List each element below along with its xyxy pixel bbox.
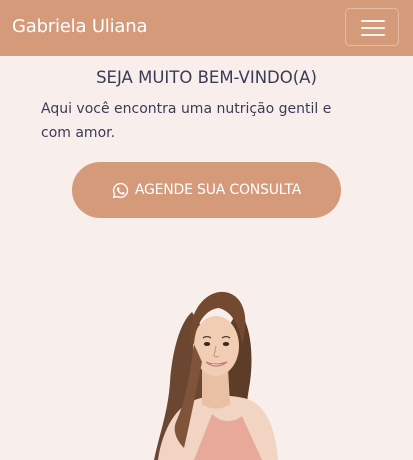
navbar: Gabriela Uliana	[0, 0, 413, 56]
navbar-toggler-button[interactable]	[345, 8, 399, 46]
schedule-consultation-label: AGENDE SUA CONSULTA	[134, 182, 302, 198]
schedule-consultation-button[interactable]: AGENDE SUA CONSULTA	[72, 162, 341, 218]
welcome-heading: SEJA MUITO BEM-VINDO(A)	[96, 68, 317, 87]
hamburger-menu-icon-line	[361, 34, 385, 36]
whatsapp-icon	[112, 182, 129, 198]
hamburger-menu-icon-line	[361, 27, 385, 29]
brand-link[interactable]: Gabriela Uliana	[12, 15, 147, 39]
intro-text: Aqui você encontra uma nutrição gentil e…	[41, 101, 332, 141]
hamburger-menu-icon	[361, 20, 385, 22]
nutritionist-portrait-image	[154, 291, 278, 460]
